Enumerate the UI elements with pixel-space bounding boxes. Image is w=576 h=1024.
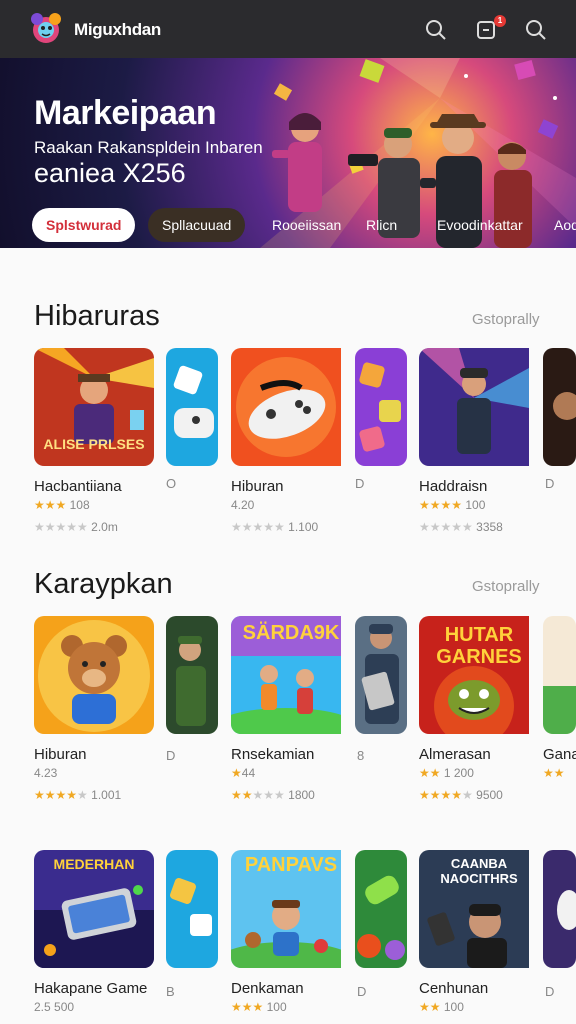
game-downloads: ★★★★★ 1.100 xyxy=(231,520,319,534)
game-card[interactable]: SÄRDA9K Rnsekamian ★44 ★★★★★ 1800 xyxy=(231,616,351,802)
game-card[interactable] xyxy=(355,616,407,734)
game-title: Denkaman xyxy=(231,980,304,997)
game-downloads: ★★★★★ 2.0m xyxy=(34,520,118,534)
game-rating: ★★★★ 100 xyxy=(419,498,486,512)
game-card[interactable] xyxy=(543,850,576,968)
game-card[interactable] xyxy=(355,850,407,968)
top-app-bar: Miguxhdan 1 xyxy=(0,0,576,58)
game-card[interactable]: HUTAR GARNES Almerasan ★★ 1 200 ★★★★★ 95… xyxy=(419,616,539,802)
hero-subtitle: Raakan Rakanspldein Inbaren xyxy=(34,138,263,157)
section-title-1: Hibaruras xyxy=(34,300,160,332)
game-rating: ★★★ 108 xyxy=(34,498,90,512)
game-thumbnail xyxy=(166,850,218,968)
game-card[interactable] xyxy=(355,348,407,466)
game-title: Rnsekamian xyxy=(231,746,315,763)
game-thumbnail xyxy=(34,616,154,734)
game-thumbnail: CAANBA NAOCITHRS xyxy=(419,850,539,968)
game-card[interactable] xyxy=(166,850,218,968)
game-title: Hiburan xyxy=(34,746,87,763)
game-thumbnail xyxy=(231,348,351,466)
card-marker: D xyxy=(166,748,176,763)
game-card[interactable]: Gana ★★ xyxy=(543,616,576,780)
thumbnail-text: MEDERHAN xyxy=(53,856,135,872)
search-icon-secondary[interactable] xyxy=(524,18,548,42)
section-see-all-1[interactable]: Gstoprally xyxy=(472,311,540,328)
hero-title: Markeipaan xyxy=(34,94,217,132)
game-card[interactable] xyxy=(543,348,576,466)
game-thumbnail xyxy=(355,616,407,734)
card-marker: D xyxy=(357,984,367,999)
thumbnail-text: PANPAVS xyxy=(244,854,338,876)
game-title: Hiburan xyxy=(231,478,284,495)
game-rating: 4.20 xyxy=(231,498,255,512)
game-title: Gana xyxy=(543,746,576,763)
thumbnail-text: ALISE PRLSES xyxy=(43,436,145,452)
game-card[interactable]: Haddraisn ★★★★ 100 ★★★★★ 3358 xyxy=(419,348,539,534)
chip-1[interactable]: Spllacuuad xyxy=(148,208,246,242)
game-thumbnail: PANPAVS xyxy=(231,850,351,968)
card-marker: D xyxy=(355,476,365,491)
app-logo[interactable] xyxy=(26,8,66,48)
game-downloads: ★★★★★ 3358 xyxy=(419,520,503,534)
game-thumbnail xyxy=(543,850,576,968)
game-card[interactable]: Hiburan 4.23 ★★★★★ 1.001 xyxy=(34,616,154,802)
chip-3[interactable]: Rlicn xyxy=(366,208,397,242)
game-rating: ★★ xyxy=(543,766,565,780)
game-thumbnail xyxy=(543,348,576,466)
game-downloads: ★★★★★ 1800 xyxy=(231,788,315,802)
thumbnail-text: SÄRDA9K xyxy=(242,622,340,644)
game-card[interactable]: PANPAVS Denkaman ★★★ 100 xyxy=(231,850,351,1014)
game-rating: 2.5 500 xyxy=(34,1000,75,1014)
hero-banner[interactable]: Markeipaan Raakan Rakanspldein Inbaren e… xyxy=(0,58,576,248)
thumbnail-text: HUTAR GARNES xyxy=(436,624,522,668)
category-chips: Splstwurad Spllacuuad Rooeiissan Rlicn E… xyxy=(0,208,576,244)
section-see-all-2[interactable]: Gstoprally xyxy=(472,578,540,595)
game-downloads: ★★★★★ 9500 xyxy=(419,788,503,802)
game-thumbnail: MEDERHAN xyxy=(34,850,154,968)
game-rating: ★★★ 100 xyxy=(231,1000,287,1014)
game-thumbnail xyxy=(355,348,407,466)
game-title: Cenhunan xyxy=(419,980,489,997)
notification-badge: 1 xyxy=(494,15,506,27)
app-name: Miguxhdan xyxy=(74,20,162,39)
game-title: Hakapane Game xyxy=(34,980,148,997)
game-title: Haddraisn xyxy=(419,478,488,495)
card-marker: O xyxy=(166,476,177,491)
chip-4[interactable]: Evoodinkattar xyxy=(437,208,523,242)
game-rating: ★44 xyxy=(231,766,256,780)
game-card[interactable]: Hiburan 4.20 ★★★★★ 1.100 xyxy=(231,348,351,534)
card-marker: 8 xyxy=(357,748,365,763)
game-rating: 4.23 xyxy=(34,766,58,780)
game-downloads: ★★★★★ 1.001 xyxy=(34,788,122,802)
game-rating: ★★ 1 200 xyxy=(419,766,474,780)
game-thumbnail xyxy=(355,850,407,968)
game-title: Hacbantiiana xyxy=(34,478,122,495)
game-thumbnail xyxy=(543,616,576,734)
game-card[interactable]: CAANBA NAOCITHRS Cenhunan ★★ 100 xyxy=(419,850,539,1014)
chip-5[interactable]: Aod xyxy=(554,208,576,242)
card-marker: D xyxy=(545,984,555,999)
game-card[interactable] xyxy=(166,348,218,466)
game-thumbnail xyxy=(419,348,539,466)
game-thumbnail xyxy=(166,348,218,466)
game-thumbnail: HUTAR GARNES xyxy=(419,616,539,734)
game-thumbnail xyxy=(166,616,218,734)
section-title-2: Karaypkan xyxy=(34,568,173,600)
card-marker: B xyxy=(166,984,175,999)
chip-0[interactable]: Splstwurad xyxy=(32,208,136,242)
game-thumbnail: ALISE PRLSES xyxy=(34,348,154,466)
game-title: Almerasan xyxy=(419,746,491,763)
hero-subtitle-secondary: eaniea X256 xyxy=(34,158,186,188)
game-card[interactable]: MEDERHAN Hakapane Game 2.5 500 xyxy=(34,850,154,1014)
game-card[interactable]: ALISE PRLSES Hacbantiiana ★★★ 108 ★★★★★ … xyxy=(34,348,154,534)
game-card[interactable] xyxy=(166,616,218,734)
card-marker: D xyxy=(545,476,555,491)
game-rating: ★★ 100 xyxy=(419,1000,464,1014)
search-icon[interactable] xyxy=(424,18,448,42)
chip-2[interactable]: Rooeiissan xyxy=(272,208,341,242)
thumbnail-text: CAANBA NAOCITHRS xyxy=(440,856,518,886)
game-thumbnail: SÄRDA9K xyxy=(231,616,351,734)
